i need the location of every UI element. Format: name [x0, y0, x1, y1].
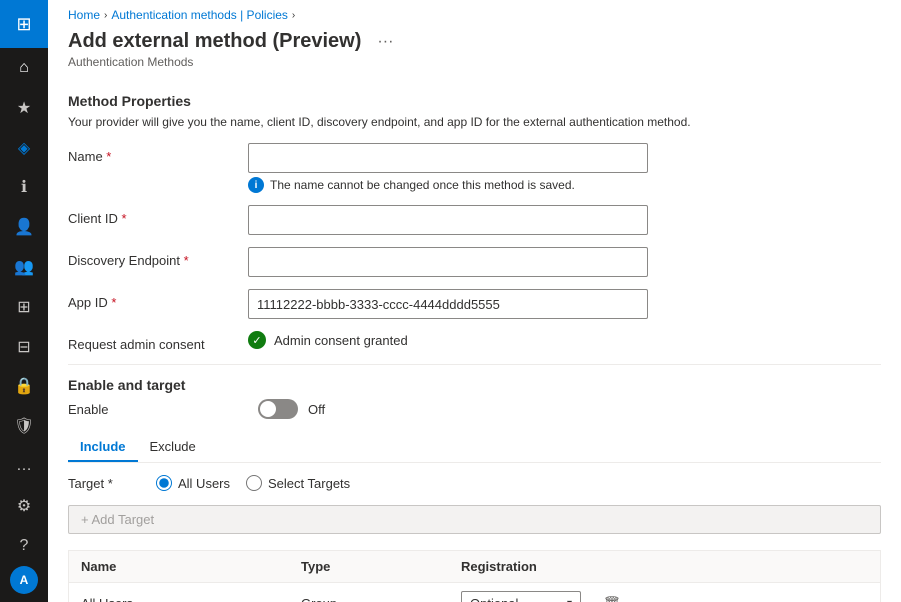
- sidebar-item-azure-ad[interactable]: ◈: [0, 128, 48, 168]
- app-id-field-wrap: 11112222-bbbb-3333-cccc-4444dddd5555: [248, 289, 648, 319]
- method-properties-desc: Your provider will give you the name, cl…: [68, 115, 881, 129]
- avatar[interactable]: A: [10, 566, 38, 594]
- sidebar: ⊞ ⌂ ★ ◈ ℹ 👤 👥 ⊞ ⊟ 🔒 🛡 … ⚙ ? A: [0, 0, 48, 602]
- client-id-input[interactable]: [248, 205, 648, 235]
- enable-toggle[interactable]: [258, 399, 298, 419]
- name-required: *: [106, 149, 111, 164]
- consent-field-wrap: ✓ Admin consent granted: [248, 331, 648, 349]
- app-id-row: App ID * 11112222-bbbb-3333-cccc-4444ddd…: [68, 289, 881, 319]
- radio-select-targets-label: Select Targets: [268, 476, 350, 491]
- radio-all-users[interactable]: All Users: [156, 475, 230, 491]
- enable-label: Enable: [68, 402, 248, 417]
- discovery-endpoint-label: Discovery Endpoint *: [68, 247, 248, 268]
- page-title: Add external method (Preview): [68, 30, 361, 53]
- radio-all-users-label: All Users: [178, 476, 230, 491]
- discovery-endpoint-field-wrap: [248, 247, 648, 277]
- tab-exclude[interactable]: Exclude: [138, 433, 208, 462]
- app-id-label: App ID *: [68, 289, 248, 310]
- toggle-state-label: Off: [308, 402, 325, 417]
- breadcrumb-sep2: ›: [292, 10, 295, 21]
- sidebar-bottom: ⚙ ? A: [0, 486, 48, 602]
- more-options-button[interactable]: ···: [371, 31, 399, 53]
- name-row: Name * i The name cannot be changed once…: [68, 143, 881, 193]
- discovery-endpoint-row: Discovery Endpoint *: [68, 247, 881, 277]
- registration-dropdown[interactable]: Optional ▾: [461, 591, 581, 602]
- method-properties-title: Method Properties: [68, 93, 881, 109]
- breadcrumb-sep1: ›: [104, 10, 107, 21]
- page-header: Add external method (Preview) ··· Authen…: [48, 26, 901, 73]
- info-icon: i: [248, 177, 264, 193]
- sidebar-item-home[interactable]: ⌂: [0, 48, 48, 88]
- chevron-down-icon: ▾: [567, 598, 572, 602]
- sidebar-top-icon[interactable]: ⊞: [0, 0, 48, 48]
- delete-row-button[interactable]: 🗑: [603, 595, 621, 602]
- row-name: All Users: [81, 596, 301, 602]
- consent-label: Request admin consent: [68, 331, 248, 352]
- table-row: All Users Group Optional ▾ 🗑: [69, 583, 880, 602]
- content-area: Method Properties Your provider will giv…: [48, 73, 901, 602]
- main-content: Home › Authentication methods | Policies…: [48, 0, 901, 602]
- registration-value: Optional: [470, 596, 518, 602]
- discovery-endpoint-input[interactable]: [248, 247, 648, 277]
- client-id-required: *: [121, 211, 126, 226]
- row-registration: Optional ▾ 🗑: [461, 591, 868, 602]
- sidebar-item-feedback[interactable]: ?: [0, 526, 48, 566]
- client-id-field-wrap: [248, 205, 648, 235]
- name-info-text: The name cannot be changed once this met…: [270, 178, 575, 192]
- col-header-name: Name: [81, 559, 301, 574]
- col-header-type: Type: [301, 559, 461, 574]
- sidebar-item-shield[interactable]: 🛡: [0, 406, 48, 446]
- sidebar-item-lock[interactable]: 🔒: [0, 367, 48, 407]
- sidebar-item-settings[interactable]: ⚙: [0, 486, 48, 526]
- sidebar-item-more[interactable]: …: [0, 446, 48, 486]
- breadcrumb: Home › Authentication methods | Policies…: [48, 0, 901, 26]
- breadcrumb-home[interactable]: Home: [68, 8, 100, 22]
- discovery-endpoint-required: *: [184, 253, 189, 268]
- row-type: Group: [301, 596, 461, 602]
- sidebar-item-groups[interactable]: 👥: [0, 247, 48, 287]
- name-label: Name *: [68, 143, 248, 164]
- radio-select-targets[interactable]: Select Targets: [246, 475, 350, 491]
- page-subtitle: Authentication Methods: [68, 55, 193, 69]
- target-row: Target * All Users Select Targets: [68, 475, 881, 491]
- breadcrumb-policy[interactable]: Authentication methods | Policies: [111, 8, 288, 22]
- target-radio-group: All Users Select Targets: [156, 475, 350, 491]
- toggle-knob: [260, 401, 276, 417]
- enable-and-target-title: Enable and target: [68, 377, 881, 393]
- section-divider: [68, 364, 881, 365]
- target-label: Target *: [68, 476, 148, 491]
- consent-status-row: ✓ Admin consent granted: [248, 331, 648, 349]
- consent-row: Request admin consent ✓ Admin consent gr…: [68, 331, 881, 352]
- enable-toggle-row: Enable Off: [68, 399, 881, 419]
- tab-include[interactable]: Include: [68, 433, 138, 462]
- sidebar-item-favorites[interactable]: ★: [0, 88, 48, 128]
- sidebar-item-directory[interactable]: ⊟: [0, 327, 48, 367]
- consent-status-text: Admin consent granted: [274, 333, 408, 348]
- table-header: Name Type Registration: [69, 551, 880, 583]
- name-input[interactable]: [248, 143, 648, 173]
- azure-logo-icon: ⊞: [16, 14, 31, 35]
- client-id-label: Client ID *: [68, 205, 248, 226]
- radio-all-users-input[interactable]: [156, 475, 172, 491]
- sidebar-item-apps[interactable]: ⊞: [0, 287, 48, 327]
- targets-table: Name Type Registration All Users Group O…: [68, 550, 881, 602]
- include-exclude-tabs: Include Exclude: [68, 433, 881, 463]
- name-field-wrap: i The name cannot be changed once this m…: [248, 143, 648, 193]
- sidebar-item-users[interactable]: 👤: [0, 207, 48, 247]
- client-id-row: Client ID *: [68, 205, 881, 235]
- add-target-button[interactable]: + Add Target: [68, 505, 881, 534]
- consent-check-icon: ✓: [248, 331, 266, 349]
- app-id-input[interactable]: 11112222-bbbb-3333-cccc-4444dddd5555: [248, 289, 648, 319]
- col-header-registration: Registration: [461, 559, 868, 574]
- radio-select-targets-input[interactable]: [246, 475, 262, 491]
- sidebar-item-info[interactable]: ℹ: [0, 167, 48, 207]
- app-id-required: *: [111, 295, 116, 310]
- name-info-msg: i The name cannot be changed once this m…: [248, 177, 648, 193]
